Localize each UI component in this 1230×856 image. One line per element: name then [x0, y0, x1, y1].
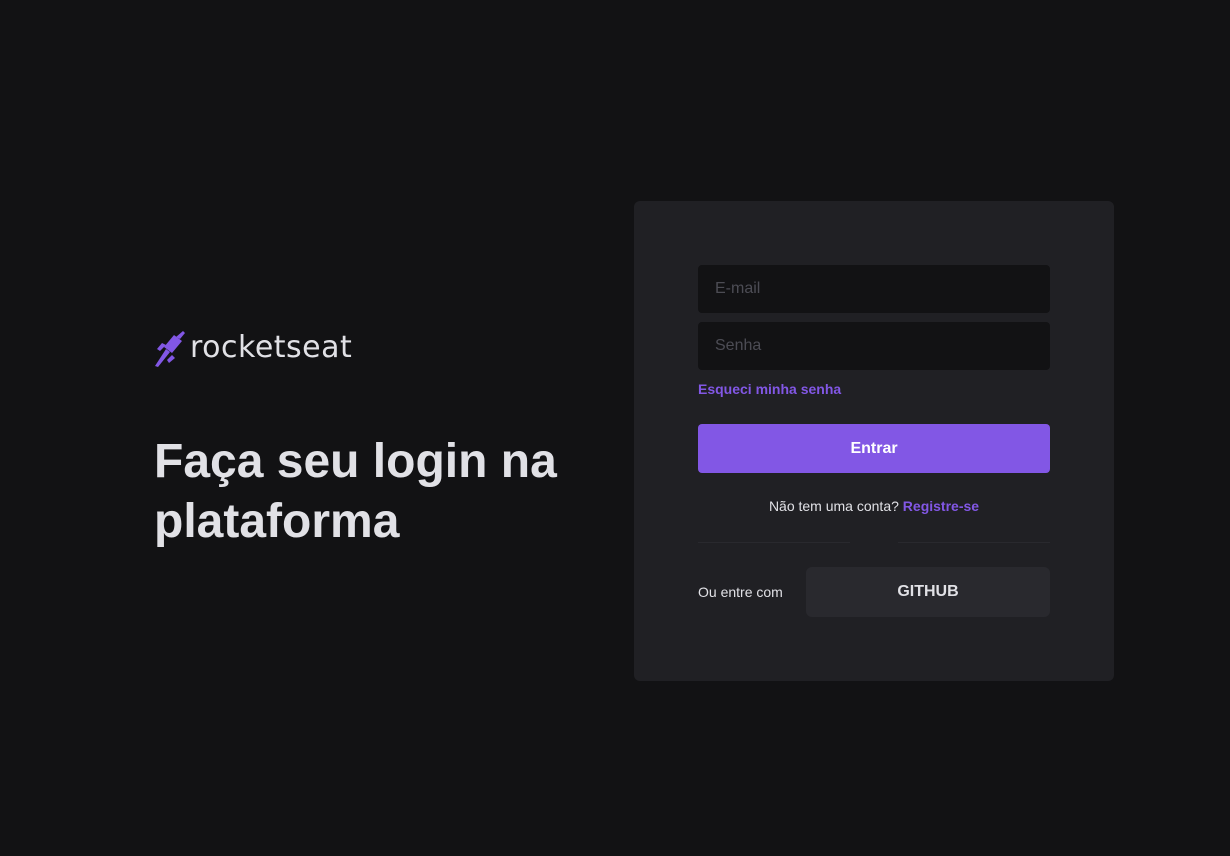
password-field[interactable]	[698, 322, 1050, 370]
signup-prompt-text: Não tem uma conta?	[768, 498, 899, 514]
signup-prompt: Não tem uma conta? Registre-se	[698, 498, 1050, 514]
login-page: rocketseat Faça seu login na plataforma …	[0, 0, 1230, 856]
forgot-password-link[interactable]: Esqueci minha senha	[698, 381, 841, 397]
divider-right	[898, 542, 1050, 543]
login-card: Esqueci minha senha Entrar Não tem uma c…	[634, 201, 1114, 681]
brand-wordmark: rocketseat	[190, 330, 353, 365]
login-button[interactable]: Entrar	[698, 424, 1050, 473]
rocket-icon	[155, 331, 185, 367]
email-field[interactable]	[698, 265, 1050, 313]
signup-link[interactable]: Registre-se	[903, 498, 979, 514]
divider-left	[698, 542, 850, 543]
github-login-button[interactable]: GITHUB	[806, 567, 1050, 617]
alt-login-label: Ou entre com	[698, 584, 783, 600]
brand-logo: rocketseat	[154, 329, 352, 369]
page-headline: Faça seu login na plataforma	[154, 435, 557, 548]
